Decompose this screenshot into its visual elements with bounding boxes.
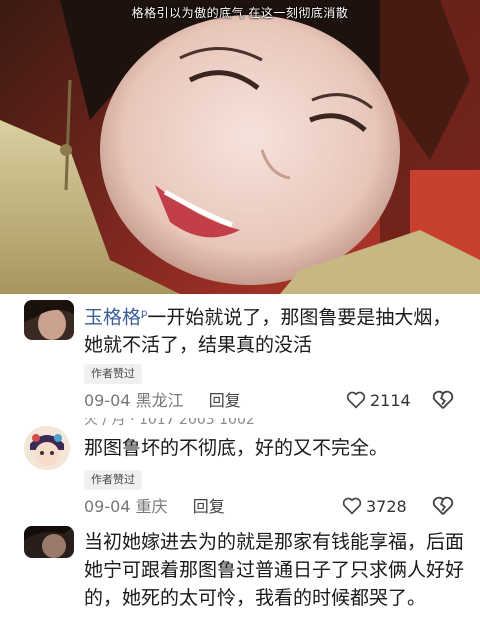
heart-outline-icon — [346, 391, 366, 409]
like-count: 2114 — [370, 391, 411, 410]
comment-text: 那图鲁坏的不彻底，好的又不完全。 — [84, 437, 389, 459]
comment-text: 玉格格ꝑ一开始就说了，那图鲁要是抽大烟，她就不活了，结果真的没活 — [84, 300, 464, 359]
comment-meta: 09-04 重庆 回复 — [84, 496, 225, 518]
like-button[interactable]: 2114 — [346, 390, 411, 412]
broken-heart-icon[interactable] — [432, 390, 454, 410]
avatar[interactable] — [24, 526, 74, 558]
heart-outline-icon — [342, 497, 362, 515]
cut-off-text: 火 / 月 · 1017 2003 1002 — [84, 418, 255, 428]
author-liked-badge: 作者赞过 — [84, 470, 142, 490]
comment-text: 当初她嫁进去为的就是那家有钱能享福，后面她宁可跟着那图鲁过普通日子了只求俩人好好… — [84, 531, 465, 609]
like-count: 3728 — [366, 497, 407, 516]
comment-date: 09-04 — [84, 497, 131, 516]
like-button[interactable]: 3728 — [342, 496, 407, 518]
comment-date: 09-04 — [84, 391, 131, 410]
comment-location: 黑龙江 — [135, 391, 184, 410]
video-caption: 格格引以为傲的底气 在这一刻彻底消散 — [131, 6, 349, 20]
video-player[interactable]: 格格引以为傲的底气 在这一刻彻底消散 — [0, 0, 480, 294]
avatar[interactable] — [24, 426, 70, 470]
comment-meta: 09-04 黑龙江 回复 — [84, 390, 241, 412]
video-frame-image — [0, 0, 480, 294]
app-screen: 格格引以为傲的底气 在这一刻彻底消散 玉格格ꝑ一开始就说了，那图鲁要是抽大烟，她… — [0, 0, 480, 640]
reply-button[interactable]: 回复 — [209, 391, 241, 410]
reply-button[interactable]: 回复 — [193, 497, 225, 516]
comment-location: 重庆 — [135, 497, 168, 516]
username[interactable]: 玉格格 — [84, 306, 141, 328]
avatar[interactable] — [24, 300, 74, 340]
author-liked-badge: 作者赞过 — [84, 364, 142, 384]
broken-heart-icon[interactable] — [432, 496, 454, 516]
